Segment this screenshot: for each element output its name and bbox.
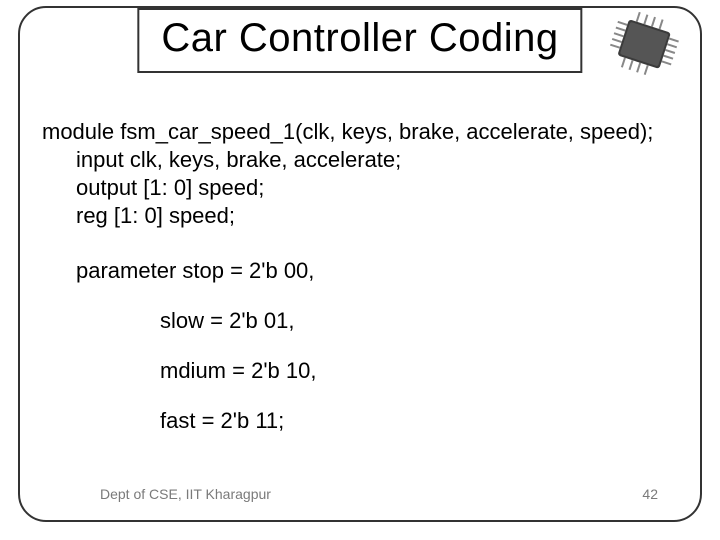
slide-title: Car Controller Coding (137, 8, 582, 73)
code-line: fast = 2'b 11; (42, 407, 678, 435)
chip-illustration (602, 6, 692, 84)
code-line: slow = 2'b 01, (42, 307, 678, 335)
code-line: input clk, keys, brake, accelerate; (42, 146, 678, 174)
slide-frame: Car Controller Coding module fsm_car_spe… (18, 6, 702, 522)
code-line: mdium = 2'b 10, (42, 357, 678, 385)
code-line: parameter stop = 2'b 00, (42, 257, 678, 285)
code-line: output [1: 0] speed; (42, 174, 678, 202)
page-number: 42 (642, 486, 658, 502)
footer-department: Dept of CSE, IIT Kharagpur (100, 486, 271, 502)
code-block: module fsm_car_speed_1(clk, keys, brake,… (42, 118, 678, 457)
code-line: reg [1: 0] speed; (42, 202, 678, 230)
title-container: Car Controller Coding (131, 8, 588, 73)
code-line: module fsm_car_speed_1(clk, keys, brake,… (42, 118, 678, 146)
